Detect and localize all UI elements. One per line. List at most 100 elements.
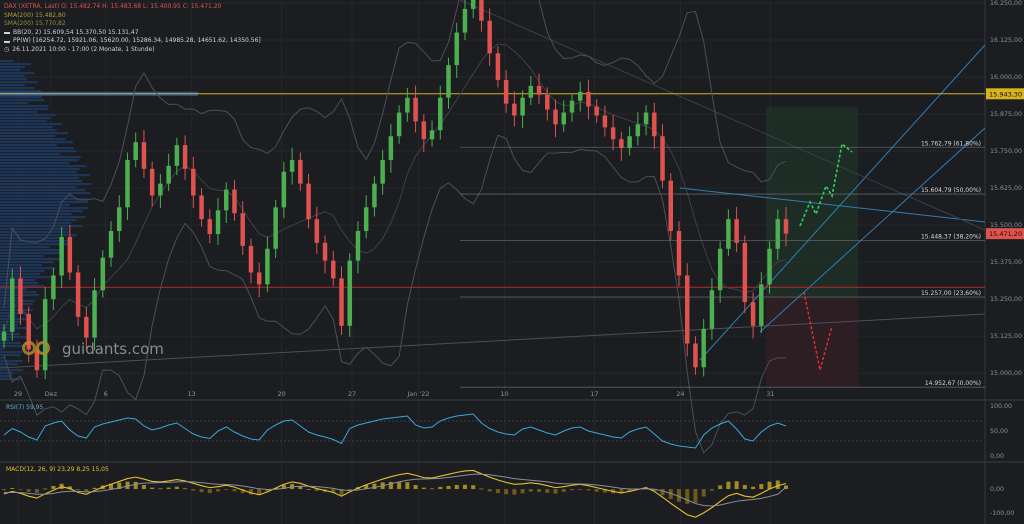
fib-label: 15.604,79 (50,00%) <box>921 187 981 194</box>
volume-profile-bar <box>0 141 73 144</box>
rsi-label: RSI(7) 59,95 <box>6 404 44 411</box>
macd-histogram-bar <box>421 487 426 490</box>
macd-histogram-bar <box>520 489 525 494</box>
candle-body <box>248 245 254 273</box>
fib-label: 15.762,79 (61,80%) <box>921 140 981 147</box>
candle-body <box>734 219 739 243</box>
volume-profile-bar <box>0 189 87 192</box>
macd-histogram-bar <box>26 489 31 492</box>
macd-histogram-bar <box>545 489 550 493</box>
volume-profile-bar <box>0 81 38 84</box>
legend-bb-text: BB(20, 2) 15.609,54 15.370,50 15.131,47 <box>13 28 139 36</box>
volume-profile-bar <box>0 126 53 129</box>
price-tick-label: 15.375,00 <box>990 259 1022 266</box>
guidants-logo: guidants.com <box>22 340 164 358</box>
candle-body <box>438 97 443 131</box>
price-tick-label: 15.125,00 <box>990 333 1022 340</box>
candle-body <box>1 331 7 341</box>
time-tick-label: 24 <box>676 390 684 398</box>
volume-profile-bar <box>0 222 72 225</box>
time-tick-label: 17 <box>590 390 598 398</box>
macd-label: MACD(12, 26, 9) 23,29 8,25 15,05 <box>6 466 109 473</box>
macd-histogram-bar <box>718 485 723 490</box>
candle-body <box>355 231 361 261</box>
volume-profile-bar <box>0 216 86 219</box>
candle-body <box>158 183 163 196</box>
volume-profile-bar <box>0 231 71 234</box>
macd-histogram-bar <box>446 485 451 490</box>
macd-histogram-bar <box>2 489 6 491</box>
candle-body <box>100 257 106 291</box>
candle-body <box>643 112 649 125</box>
macd-histogram-bar <box>207 489 212 494</box>
price-tick-label: 16.125,00 <box>990 37 1022 44</box>
candle-body <box>512 103 517 116</box>
macd-histogram-bar <box>693 489 698 503</box>
macd-histogram-bar <box>759 484 764 490</box>
price-tick-label: 15.000,00 <box>990 370 1022 377</box>
macd-histogram-bar <box>528 489 533 492</box>
macd-histogram-bar <box>751 486 756 490</box>
volume-profile-bar <box>0 114 56 117</box>
volume-profile-bar <box>0 186 77 189</box>
candle-body <box>149 168 155 196</box>
candle-body <box>759 284 764 326</box>
volume-profile-bar <box>0 66 25 69</box>
volume-profile-bar <box>0 135 56 138</box>
volume-profile-bar <box>0 168 80 171</box>
volume-profile-bar <box>0 123 63 126</box>
macd-histogram-bar <box>569 489 574 491</box>
volume-profile-bar <box>0 246 50 249</box>
time-tick-label: Jan '22 <box>406 390 429 398</box>
candle-body <box>520 97 525 116</box>
candle-body <box>594 106 599 116</box>
candle-body <box>701 328 706 368</box>
macd-histogram-bar <box>150 487 155 490</box>
price-tick-label: 15.500,00 <box>990 222 1022 229</box>
volume-profile-bar <box>0 120 48 123</box>
price-tick-label: 15.875,00 <box>990 111 1022 118</box>
macd-histogram-bar <box>372 483 377 490</box>
volume-profile-bar <box>0 261 54 264</box>
candle-body <box>610 127 616 140</box>
macd-histogram-bar <box>454 485 459 490</box>
volume-profile-bar <box>0 96 42 99</box>
macd-histogram-bar <box>479 488 484 490</box>
candle-body <box>726 219 731 249</box>
candle-body <box>59 236 64 276</box>
volume-profile-bar <box>0 171 77 174</box>
volume-profile-bar <box>0 201 88 204</box>
macd-histogram-bar <box>512 489 517 495</box>
volume-profile-bar <box>0 138 66 141</box>
legend-sma-2: SMA(200) 15.770,82 <box>4 20 261 29</box>
candle-body <box>207 219 213 234</box>
candle-body <box>421 121 427 140</box>
volume-profile-bar <box>0 102 28 105</box>
candle-body <box>108 231 114 258</box>
candle-body <box>577 91 583 101</box>
macd-histogram-bar <box>553 489 558 494</box>
volume-profile-bar <box>0 165 87 168</box>
macd-histogram-bar <box>405 482 410 490</box>
candle-body <box>479 0 484 21</box>
macd-histogram-bar <box>471 485 476 490</box>
volume-profile-bar <box>0 360 23 363</box>
volume-profile-bar <box>0 279 36 282</box>
candle-body <box>487 20 492 54</box>
candle-body <box>429 130 435 140</box>
rsi-tick-label: 100,00 <box>990 403 1012 410</box>
volume-profile-bar <box>0 63 31 66</box>
candle-body <box>314 219 320 243</box>
candle-body <box>668 180 673 232</box>
candle-body <box>561 112 566 125</box>
macd-histogram-bar <box>709 489 714 491</box>
candle-body <box>67 236 73 273</box>
target-zone <box>766 106 858 298</box>
candle-body <box>9 278 15 332</box>
candle-body <box>619 139 624 149</box>
volume-profile-bar <box>0 150 77 153</box>
candle-body <box>380 159 385 184</box>
volume-profile-bar <box>0 183 92 186</box>
last-price-tag-label: 15.471,20 <box>989 230 1022 238</box>
fib-label: 14.952,67 (0,00%) <box>925 380 981 387</box>
